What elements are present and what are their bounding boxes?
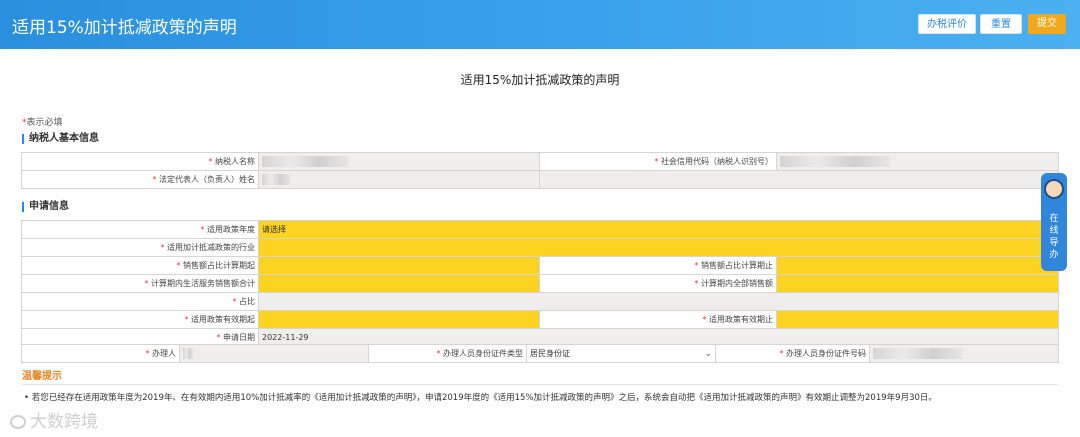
required-note: *表示必填 [22, 115, 63, 128]
taxpayer-name-label: * 纳税人名称 [21, 152, 259, 171]
sales-end-label: * 销售额占比计算期止 [539, 256, 777, 275]
sales-end-input[interactable] [775, 256, 1060, 275]
credit-code-value [776, 152, 1059, 171]
handler-value [179, 344, 369, 363]
empty-cell [539, 170, 1059, 189]
tip-title: 温馨提示 [22, 371, 62, 382]
tip-text: • 若您已经存在适用政策年度为2019年、在有效期内适用10%加计抵减率的《适用… [24, 393, 937, 403]
chevron-down-icon: ⌄ [704, 348, 712, 359]
total-sales-label: * 计算期内全部销售额 [539, 274, 777, 293]
apply-table: * 适用政策年度 请选择 * 适用加计抵减政策的行业 * 销售额占比计算期起 *… [21, 220, 1060, 347]
valid-start-input[interactable] [258, 310, 540, 329]
ratio-value [257, 292, 1060, 311]
valid-end-input[interactable] [775, 310, 1060, 329]
required-note-text: 表示必填 [26, 118, 63, 128]
watermark: 大数跨境 [10, 407, 98, 432]
online-guide-button[interactable]: 在线导办 [1041, 173, 1067, 271]
ratio-label: * 占比 [21, 292, 259, 311]
tip-divider [22, 384, 1058, 385]
online-guide-label: 在线导办 [1049, 214, 1059, 260]
credit-code-label: * 社会信用代码（纳税人识别号） [539, 152, 777, 171]
page-header: 适用15%加计抵减政策的声明 办税评价 重置 提交 [0, 0, 1080, 49]
sales-start-label: * 销售额占比计算期起 [21, 256, 259, 275]
id-type-label: * 办理人员身份证件类型 [368, 344, 527, 363]
taxpayer-table: * 纳税人名称 * 社会信用代码（纳税人识别号） * 法定代表人（负责人）姓名 [21, 152, 1059, 189]
legal-rep-value [258, 170, 540, 189]
total-sales-input[interactable] [775, 274, 1060, 293]
valid-start-label: * 适用政策有效期起 [21, 310, 259, 329]
service-sales-label: * 计算期内生活服务销售额合计 [21, 274, 259, 293]
service-sales-input[interactable] [258, 274, 540, 293]
assistant-avatar-icon [1044, 179, 1064, 199]
section-apply-title: 申请信息 [22, 202, 69, 212]
id-number-label: * 办理人员身份证件号码 [715, 344, 870, 363]
watermark-logo-icon [10, 415, 26, 429]
form-title: 适用15%加计抵减政策的声明 [460, 73, 620, 87]
valid-end-label: * 适用政策有效期止 [539, 310, 777, 329]
policy-year-select[interactable]: 请选择 [257, 220, 1060, 239]
legal-rep-label: * 法定代表人（负责人）姓名 [21, 170, 259, 189]
industry-label: * 适用加计抵减政策的行业 [21, 238, 259, 257]
reset-button[interactable]: 重置 [980, 14, 1022, 34]
evaluate-button[interactable]: 办税评价 [918, 14, 976, 34]
id-type-select[interactable]: 居民身份证 ⌄ [526, 344, 716, 363]
submit-button[interactable]: 提交 [1028, 14, 1066, 34]
section-taxpayer-title: 纳税人基本信息 [22, 134, 99, 144]
policy-year-label: * 适用政策年度 [21, 220, 259, 239]
page-title: 适用15%加计抵减政策的声明 [12, 18, 237, 38]
sales-start-input[interactable] [258, 256, 540, 275]
handler-table: * 办理人 * 办理人员身份证件类型 居民身份证 ⌄ * 办理人员身份证件号码 [21, 344, 1059, 363]
taxpayer-name-value [258, 152, 540, 171]
id-number-value [869, 344, 1059, 363]
handler-label: * 办理人 [21, 344, 180, 363]
industry-input[interactable] [257, 238, 1060, 257]
